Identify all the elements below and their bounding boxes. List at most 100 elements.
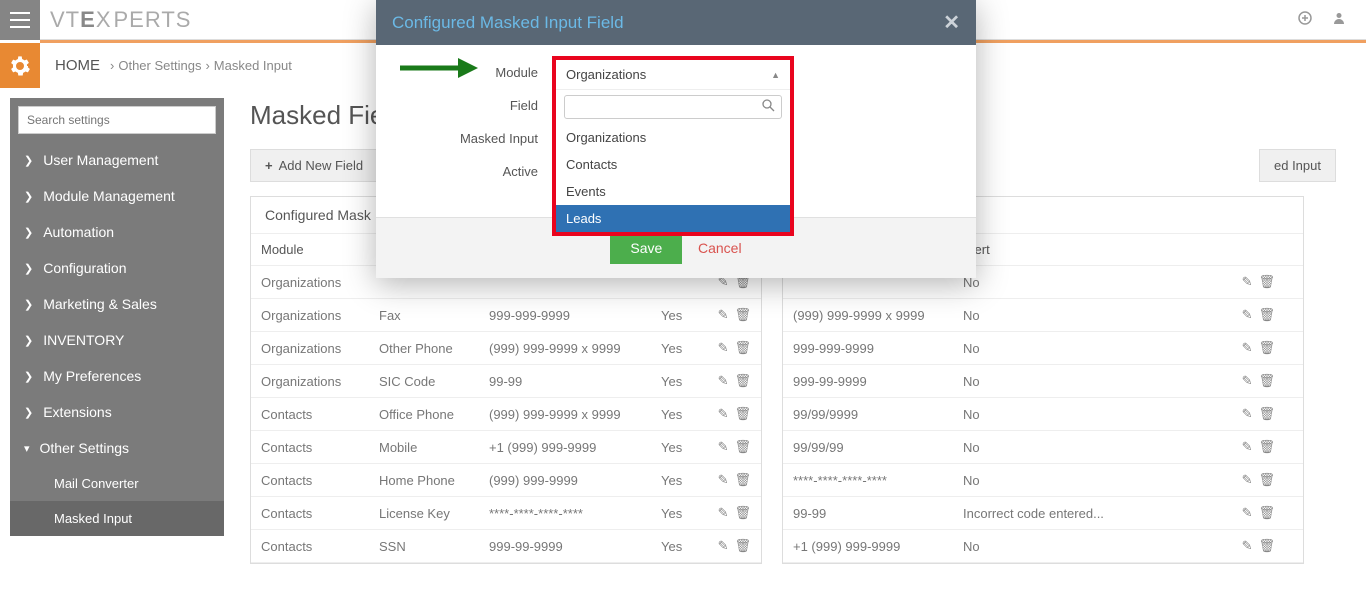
trash-icon[interactable]: 🗑	[734, 373, 751, 389]
module-dropdown-selected[interactable]: Organizations▲	[556, 60, 790, 90]
table-row: ContactsSSN999-99-9999Yes✎🗑	[251, 530, 761, 563]
sidebar-subitem-1[interactable]: Masked Input	[10, 501, 224, 536]
table-row: OrganizationsSIC Code99-99Yes✎🗑	[251, 365, 761, 398]
sidebar-item-label: My Preferences	[43, 368, 141, 384]
trash-icon[interactable]: 🗑	[734, 538, 751, 554]
cancel-button[interactable]: Cancel	[698, 240, 742, 256]
chevron-icon: ❯	[24, 406, 33, 419]
chevron-icon: ▾	[24, 442, 30, 455]
trash-icon[interactable]: 🗑	[1258, 274, 1275, 290]
settings-gear-tab[interactable]	[0, 43, 40, 88]
trash-icon[interactable]: 🗑	[734, 439, 751, 455]
sidebar-item-7[interactable]: ❯ Extensions	[10, 394, 224, 430]
dropdown-option[interactable]: Contacts	[556, 151, 790, 178]
edit-icon[interactable]: ✎	[1242, 307, 1253, 323]
breadcrumb-seg2: Masked Input	[214, 58, 292, 73]
table-row: ContactsMobile+1 (999) 999-9999Yes✎🗑	[251, 431, 761, 464]
breadcrumb-home[interactable]: HOME	[55, 57, 100, 74]
table-row: 99/99/99No✎🗑	[783, 431, 1303, 464]
chevron-icon: ❯	[24, 154, 33, 167]
search-settings-input[interactable]	[18, 106, 216, 134]
sidebar-item-1[interactable]: ❯ Module Management	[10, 178, 224, 214]
sidebar-item-label: Marketing & Sales	[43, 296, 157, 312]
edit-icon[interactable]: ✎	[1242, 274, 1253, 290]
table-row: ContactsLicense Key****-****-****-****Ye…	[251, 497, 761, 530]
edit-icon[interactable]: ✎	[718, 340, 729, 356]
label-field: Field	[406, 98, 556, 113]
edit-icon[interactable]: ✎	[718, 439, 729, 455]
sidebar-subitem-0[interactable]: Mail Converter	[10, 466, 224, 501]
trash-icon[interactable]: 🗑	[734, 505, 751, 521]
table-row: (999) 999-9999 x 9999No✎🗑	[783, 299, 1303, 332]
plus-icon[interactable]	[1298, 11, 1312, 28]
edit-icon[interactable]: ✎	[1242, 406, 1253, 422]
table-row: ContactsOffice Phone(999) 999-9999 x 999…	[251, 398, 761, 431]
sidebar-item-label: Other Settings	[40, 440, 130, 456]
dropdown-option[interactable]: Leads	[556, 205, 790, 232]
user-icon[interactable]	[1332, 11, 1346, 28]
trash-icon[interactable]: 🗑	[734, 472, 751, 488]
edit-icon[interactable]: ✎	[718, 505, 729, 521]
dropdown-search-input[interactable]	[564, 95, 782, 119]
modal-title: Configured Masked Input Field	[392, 13, 624, 33]
sidebar-item-8[interactable]: ▾ Other Settings	[10, 430, 224, 466]
table-row: OrganizationsFax999-999-9999Yes✎🗑	[251, 299, 761, 332]
edit-icon[interactable]: ✎	[718, 406, 729, 422]
trash-icon[interactable]: 🗑	[1258, 307, 1275, 323]
chevron-icon: ❯	[24, 370, 33, 383]
edit-icon[interactable]: ✎	[1242, 505, 1253, 521]
annotation-arrow	[398, 56, 478, 83]
sidebar-item-label: Configuration	[43, 260, 126, 276]
trash-icon[interactable]: 🗑	[1258, 373, 1275, 389]
edit-icon[interactable]: ✎	[1242, 472, 1253, 488]
add-new-field-button[interactable]: +Add New Field	[250, 149, 378, 182]
chevron-icon: ❯	[24, 262, 33, 275]
sidebar-item-label: Extensions	[43, 404, 111, 420]
table-row: 99-99Incorrect code entered...✎🗑	[783, 497, 1303, 530]
edit-icon[interactable]: ✎	[718, 307, 729, 323]
edit-icon[interactable]: ✎	[1242, 439, 1253, 455]
sidebar-item-5[interactable]: ❯INVENTORY	[10, 322, 224, 358]
sidebar-item-6[interactable]: ❯ My Preferences	[10, 358, 224, 394]
trash-icon[interactable]: 🗑	[734, 307, 751, 323]
sidebar-item-4[interactable]: ❯ Marketing & Sales	[10, 286, 224, 322]
trash-icon[interactable]: 🗑	[1258, 406, 1275, 422]
trash-icon[interactable]: 🗑	[1258, 472, 1275, 488]
hamburger-menu[interactable]	[0, 0, 40, 40]
sidebar-item-label: INVENTORY	[43, 332, 124, 348]
label-active: Active	[406, 164, 556, 179]
breadcrumb-seg1[interactable]: Other Settings	[118, 58, 201, 73]
label-masked-input: Masked Input	[406, 131, 556, 146]
trash-icon[interactable]: 🗑	[734, 406, 751, 422]
chevron-icon: ❯	[24, 190, 33, 203]
save-button[interactable]: Save	[610, 232, 682, 264]
edit-icon[interactable]: ✎	[718, 373, 729, 389]
edit-icon[interactable]: ✎	[718, 472, 729, 488]
edit-icon[interactable]: ✎	[718, 538, 729, 554]
trash-icon[interactable]: 🗑	[1258, 439, 1275, 455]
trash-icon[interactable]: 🗑	[1258, 505, 1275, 521]
close-icon[interactable]: ✕	[943, 10, 960, 35]
table-row: 999-999-9999No✎🗑	[783, 332, 1303, 365]
edit-icon[interactable]: ✎	[1242, 373, 1253, 389]
chevron-icon: ❯	[24, 298, 33, 311]
edit-icon[interactable]: ✎	[1242, 538, 1253, 554]
sidebar-item-label: Module Management	[43, 188, 175, 204]
right-tab-button[interactable]: ed Input	[1259, 149, 1336, 182]
sidebar-item-0[interactable]: ❯User Management	[10, 142, 224, 178]
table-row: +1 (999) 999-9999No✎🗑	[783, 530, 1303, 563]
dropdown-option[interactable]: Organizations	[556, 124, 790, 151]
trash-icon[interactable]: 🗑	[1258, 340, 1275, 356]
edit-icon[interactable]: ✎	[1242, 340, 1253, 356]
table-row: ****-****-****-****No✎🗑	[783, 464, 1303, 497]
trash-icon[interactable]: 🗑	[1258, 538, 1275, 554]
sidebar-item-3[interactable]: ❯ Configuration	[10, 250, 224, 286]
dropdown-option[interactable]: Events	[556, 178, 790, 205]
table-row: 999-99-9999No✎🗑	[783, 365, 1303, 398]
logo: VTEXPERTS	[50, 7, 191, 33]
col-module: Module	[251, 234, 369, 265]
trash-icon[interactable]: 🗑	[734, 340, 751, 356]
sidebar-item-2[interactable]: ❯Automation	[10, 214, 224, 250]
table-row: OrganizationsOther Phone(999) 999-9999 x…	[251, 332, 761, 365]
chevron-icon: ❯	[24, 226, 33, 239]
